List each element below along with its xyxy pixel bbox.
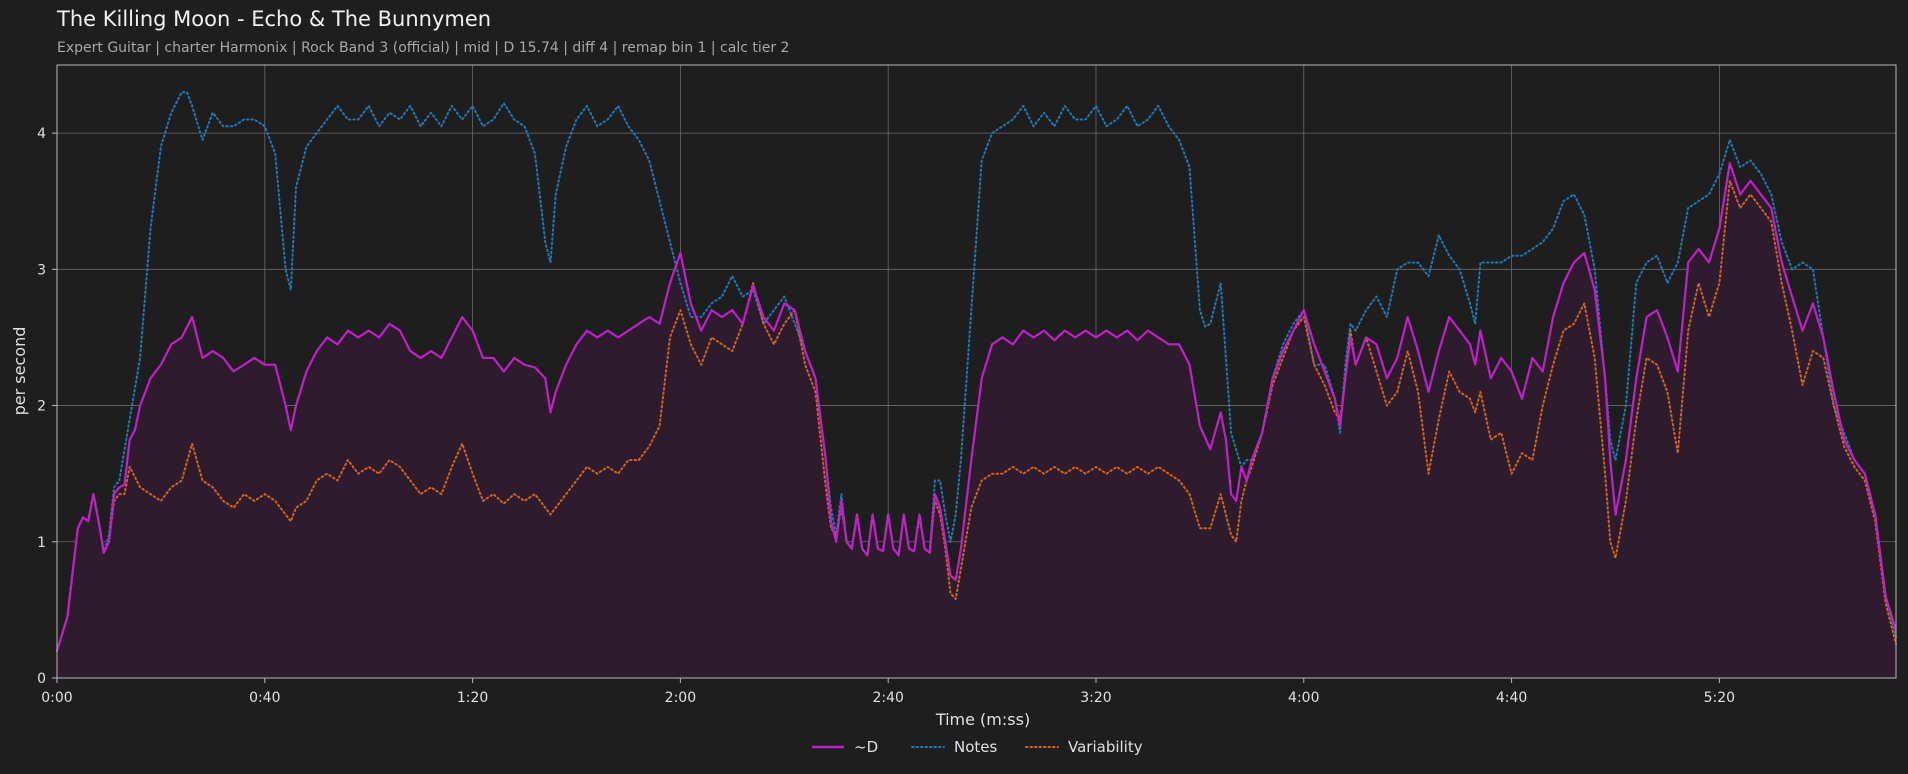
x-tick-label: 2:00 (665, 690, 696, 706)
x-tick-label: 4:40 (1496, 690, 1527, 706)
x-tick-label: 1:20 (457, 690, 488, 706)
x-tick-label: 2:40 (872, 690, 903, 706)
y-tick-label: 1 (37, 535, 46, 551)
x-tick-label: 0:00 (41, 690, 72, 706)
legend-label: ~D (854, 738, 878, 756)
x-tick-label: 3:20 (1080, 690, 1111, 706)
legend-item-d: ~D (812, 738, 878, 756)
x-tick-label: 0:40 (249, 690, 280, 706)
y-axis-label: per second (10, 327, 29, 416)
x-tick-label: 5:20 (1704, 690, 1735, 706)
legend: ~D Notes Variability (812, 738, 1143, 756)
legend-label: Variability (1068, 738, 1143, 756)
chart-svg: 0:00 0:40 1:20 2:00 2:40 3:20 4:00 4:40 5:20 0 1 2 3… (10, 64, 1898, 756)
legend-item-variability: Variability (1025, 738, 1143, 756)
y-tick-label: 4 (37, 126, 46, 142)
legend-label: Notes (954, 738, 998, 756)
x-axis-label: Time (m:ss) (935, 710, 1030, 729)
y-tick-label: 0 (37, 671, 46, 687)
y-tick-label: 2 (37, 399, 46, 415)
y-tick-label: 3 (37, 262, 46, 278)
x-tick-label: 4:00 (1288, 690, 1319, 706)
legend-item-notes: Notes (911, 738, 998, 756)
